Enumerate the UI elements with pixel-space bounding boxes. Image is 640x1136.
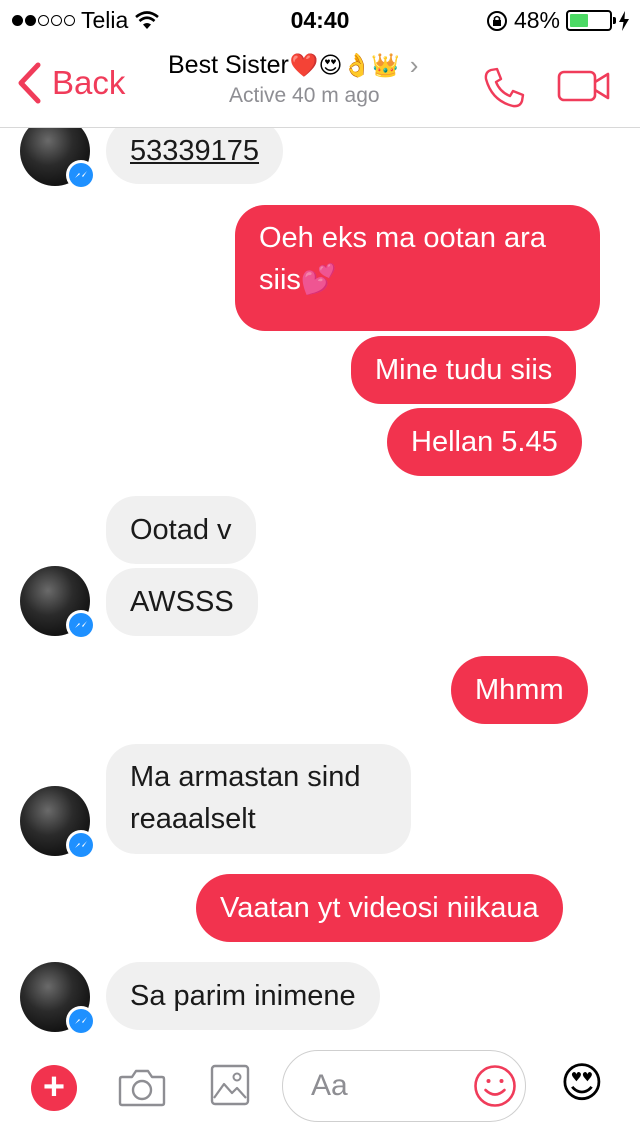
status-bar: Telia 04:40 48% [0,0,640,40]
phone-icon [484,67,525,108]
battery-percent: 48% [513,7,560,33]
messenger-badge-icon [66,160,96,190]
rotation-lock-icon [486,10,507,31]
message-received[interactable]: Ma armastan sind reaaalselt [106,744,411,854]
message-text: Hellan 5.45 [411,426,558,458]
active-status: Active 40 m ago [229,84,380,107]
phone-number-link[interactable]: 53339175 [130,130,259,172]
message-sent[interactable]: Oeh eks ma ootan ara siis💕 [235,205,600,331]
contact-title[interactable]: Best Sister ❤️😍👌👑 › Active 40 m ago [168,50,468,108]
conversation-header: Back Best Sister ❤️😍👌👑 › Active 40 m ago [0,40,640,128]
image-icon [210,1064,250,1106]
message-sent[interactable]: Mhmm [451,656,588,724]
message-text: AWSSS [130,586,234,618]
message-text: Ma armastan sind reaaalselt [130,761,361,835]
message-input[interactable] [311,1069,461,1103]
message-sent[interactable]: Hellan 5.45 [387,408,582,476]
message-sent[interactable]: Mine tudu siis [351,336,577,404]
message-received[interactable]: Ootad v [106,496,256,564]
message-text: Sa parim inimene [130,980,356,1012]
message-text: Vaatan yt videosi niikaua [220,892,539,924]
contact-name: Best Sister [168,51,289,79]
camera-icon [118,1069,166,1107]
back-label: Back [52,64,126,101]
charging-bolt-icon [619,10,629,31]
contact-avatar[interactable] [20,962,96,1036]
contact-name-emojis: ❤️😍👌👑 [289,52,400,78]
chevron-right-icon: › [409,50,419,80]
message-text: Mine tudu siis [375,354,553,386]
smiley-icon [474,1065,516,1107]
messenger-badge-icon [66,830,96,860]
messenger-badge-icon [66,1006,96,1036]
message-sent[interactable]: Vaatan yt videosi niikaua [196,874,563,942]
message-received[interactable]: AWSSS [106,568,258,636]
back-button[interactable]: Back [16,62,125,104]
message-input-wrapper[interactable] [282,1050,526,1122]
message-received[interactable]: Sa parim inimene [106,962,380,1030]
contact-avatar[interactable] [20,566,96,640]
message-text: Oeh eks ma ootan ara siis💕 [259,222,546,296]
battery-area: 48% [486,7,630,34]
message-text: Mhmm [475,674,564,706]
camera-button[interactable] [118,1067,166,1112]
emoji-quick-reaction-button[interactable]: 😍 [560,1058,604,1108]
contact-avatar[interactable] [20,786,96,860]
voice-call-button[interactable] [482,66,526,115]
more-actions-button[interactable]: + [31,1065,77,1111]
sticker-button[interactable] [473,1064,517,1113]
composer-bar: + 😍 [0,1036,640,1136]
battery-icon [566,10,616,31]
gallery-button[interactable] [210,1064,250,1111]
video-camera-icon [557,70,610,102]
message-text: Ootad v [130,514,232,546]
chevron-left-icon [18,62,41,104]
messenger-badge-icon [66,610,96,640]
video-call-button[interactable] [557,70,611,107]
